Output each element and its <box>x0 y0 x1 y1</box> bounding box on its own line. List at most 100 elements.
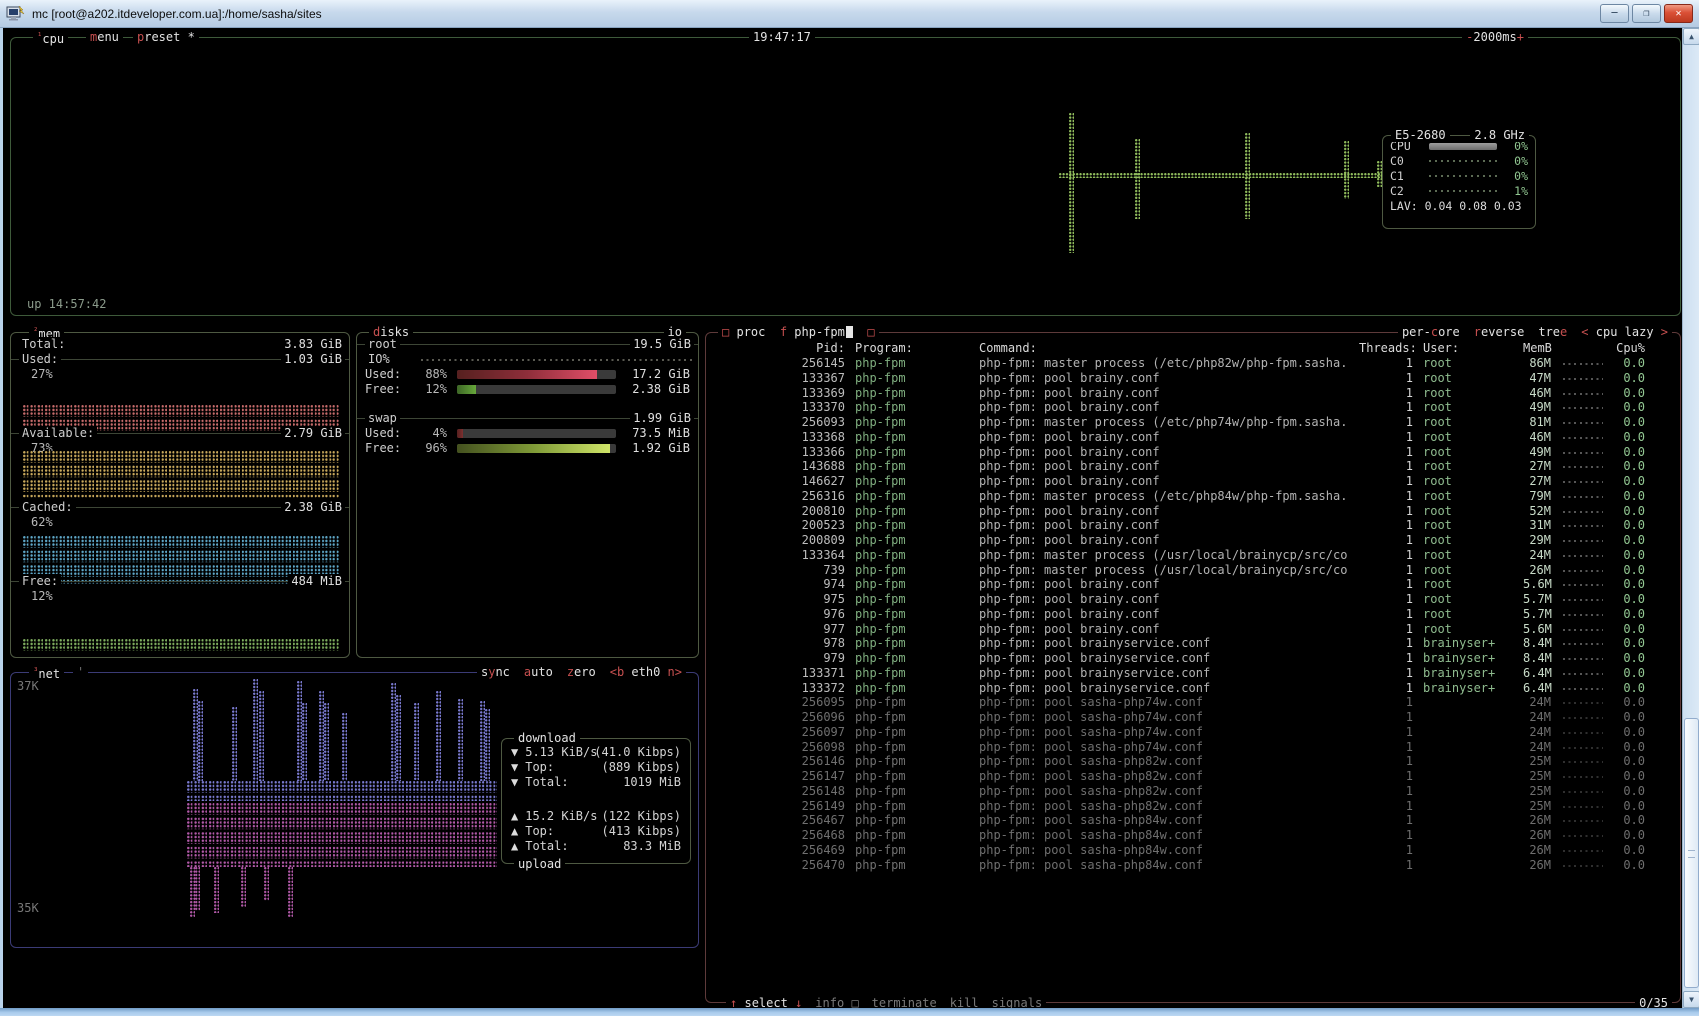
process-row[interactable]: 256147php-fpmphp-fpm: pool sasha-php82w.… <box>706 769 1680 784</box>
per-core-button[interactable]: per-core <box>1402 325 1460 339</box>
uptime-label: up 14:57:42 <box>27 297 106 311</box>
process-row[interactable]: 133368php-fpmphp-fpm: pool brainy.conf1r… <box>706 430 1680 445</box>
cpu-history-dots <box>1563 658 1603 660</box>
minimize-button[interactable]: ─ <box>1600 4 1629 23</box>
process-row[interactable]: 976php-fpmphp-fpm: pool brainy.conf1root… <box>706 607 1680 622</box>
graph-spike <box>342 713 347 781</box>
cpu-history-dots <box>1563 422 1603 424</box>
scrollbar[interactable]: ▲ ▼ <box>1682 28 1699 1008</box>
filter-key[interactable]: f <box>780 325 787 339</box>
scroll-down-button[interactable]: ▼ <box>1683 991 1699 1008</box>
column-program[interactable]: Program: <box>855 341 973 356</box>
graph-band <box>187 803 497 867</box>
maximize-button[interactable]: ❐ <box>1632 4 1661 23</box>
up-arrow-icon: ▲ <box>511 839 518 853</box>
sort-selector[interactable]: < cpu lazy > <box>1581 325 1668 339</box>
process-row[interactable]: 256149php-fpmphp-fpm: pool sasha-php82w.… <box>706 799 1680 814</box>
cpu-history-dots <box>1563 525 1603 527</box>
proc-box-header: □ proc f php-fpm □ <box>718 325 879 339</box>
process-row[interactable]: 256095php-fpmphp-fpm: pool sasha-php74w.… <box>706 695 1680 710</box>
process-row[interactable]: 256145php-fpmphp-fpm: master process (/e… <box>706 356 1680 371</box>
graph-spike <box>195 867 200 911</box>
proc-box-icon: □ <box>722 325 729 339</box>
mem-available-graph <box>23 451 339 498</box>
process-row[interactable]: 133371php-fpmphp-fpm: pool brainyservice… <box>706 666 1680 681</box>
column-command[interactable]: Command: <box>979 341 1359 356</box>
process-row[interactable]: 256148php-fpmphp-fpm: pool sasha-php82w.… <box>706 784 1680 799</box>
cpu-history-dots <box>1563 806 1603 808</box>
process-row[interactable]: 739php-fpmphp-fpm: master process (/usr/… <box>706 563 1680 578</box>
column-threads[interactable]: Threads: <box>1359 341 1413 356</box>
cpu-history-dots <box>1563 540 1603 542</box>
up-arrow-icon: ▲ <box>511 824 518 838</box>
download-label: download <box>514 731 580 745</box>
graph-spike <box>458 699 463 781</box>
process-row[interactable]: 200523php-fpmphp-fpm: pool brainy.conf1r… <box>706 518 1680 533</box>
process-row[interactable]: 256316php-fpmphp-fpm: master process (/e… <box>706 489 1680 504</box>
process-row[interactable]: 200810php-fpmphp-fpm: pool brainy.conf1r… <box>706 504 1680 519</box>
mem-free-pct: 12% <box>11 589 349 604</box>
column-cpu[interactable]: Cpu% <box>1609 341 1645 356</box>
process-row[interactable]: 256093php-fpmphp-fpm: master process (/e… <box>706 415 1680 430</box>
tree-button[interactable]: tree <box>1538 325 1567 339</box>
cpu-history-dots <box>1563 555 1603 557</box>
cpu-history-dots <box>1563 761 1603 763</box>
filter-input[interactable]: php-fpm <box>794 325 845 339</box>
download-speed: ▼5.13 KiB/s(41.0 Kibps) <box>511 745 681 760</box>
process-row[interactable]: 977php-fpmphp-fpm: pool brainy.conf1root… <box>706 622 1680 637</box>
column-user[interactable]: User: <box>1423 341 1523 356</box>
process-row[interactable]: 133372php-fpmphp-fpm: pool brainyservice… <box>706 681 1680 696</box>
process-row[interactable]: 256098php-fpmphp-fpm: pool sasha-php74w.… <box>706 740 1680 755</box>
process-row[interactable]: 133366php-fpmphp-fpm: pool brainy.conf1r… <box>706 445 1680 460</box>
cpu-history-dots <box>1563 584 1603 586</box>
scroll-up-button[interactable]: ▲ <box>1683 28 1699 45</box>
process-row[interactable]: 974php-fpmphp-fpm: pool brainy.conf1root… <box>706 577 1680 592</box>
process-row[interactable]: 256096php-fpmphp-fpm: pool sasha-php74w.… <box>706 710 1680 725</box>
filter-clear-icon[interactable]: □ <box>867 325 874 339</box>
mem-free-graph <box>23 639 339 653</box>
cpu-history-dots <box>1563 865 1603 867</box>
load-average: LAV: 0.04 0.08 0.03 <box>1383 199 1535 214</box>
root-used-meter <box>457 370 616 379</box>
process-row[interactable]: 200809php-fpmphp-fpm: pool brainy.conf1r… <box>706 533 1680 548</box>
cpu-history-dots <box>1563 850 1603 852</box>
graph-spike <box>485 709 490 781</box>
process-row[interactable]: 975php-fpmphp-fpm: pool brainy.conf1root… <box>706 592 1680 607</box>
proc-options: per-core reverse tree < cpu lazy > <box>1398 325 1672 339</box>
column-pid[interactable]: Pid: <box>706 341 845 356</box>
mem-cached-pct: 62% <box>11 515 349 530</box>
graph-spike <box>214 867 219 913</box>
process-row[interactable]: 256470php-fpmphp-fpm: pool sasha-php84w.… <box>706 858 1680 873</box>
graph-spike <box>259 691 264 781</box>
app-icon[interactable] <box>6 5 26 23</box>
filter-cursor <box>846 326 853 338</box>
process-row[interactable]: 978php-fpmphp-fpm: pool brainyservice.co… <box>706 636 1680 651</box>
process-row[interactable]: 133369php-fpmphp-fpm: pool brainy.conf1r… <box>706 386 1680 401</box>
cpu-history-dots <box>1563 732 1603 734</box>
process-row[interactable]: 133367php-fpmphp-fpm: pool brainy.conf1r… <box>706 371 1680 386</box>
scrollbar-thumb[interactable] <box>1684 718 1699 988</box>
mem-available-row: Available:2.79 GiB <box>11 426 349 441</box>
process-row[interactable]: 143688php-fpmphp-fpm: pool brainy.conf1r… <box>706 459 1680 474</box>
process-row[interactable]: 256467php-fpmphp-fpm: pool sasha-php84w.… <box>706 813 1680 828</box>
process-row[interactable]: 979php-fpmphp-fpm: pool brainyservice.co… <box>706 651 1680 666</box>
process-row[interactable]: 256097php-fpmphp-fpm: pool sasha-php74w.… <box>706 725 1680 740</box>
graph-line <box>1059 173 1391 178</box>
mem-used-pct: 27% <box>11 367 349 382</box>
cpu-history-dots <box>1563 776 1603 778</box>
process-row[interactable]: 256468php-fpmphp-fpm: pool sasha-php84w.… <box>706 828 1680 843</box>
window-titlebar[interactable]: mc [root@a202.itdeveloper.com.ua]:/home/… <box>0 0 1699 28</box>
upload-label: upload <box>514 857 565 871</box>
process-row[interactable]: 256146php-fpmphp-fpm: pool sasha-php82w.… <box>706 754 1680 769</box>
column-mem[interactable]: MemB <box>1523 341 1551 356</box>
process-row[interactable]: 133370php-fpmphp-fpm: pool brainy.conf1r… <box>706 400 1680 415</box>
reverse-button[interactable]: reverse <box>1474 325 1525 339</box>
disk-swap-row: swap1.99 GiB <box>357 411 698 426</box>
disk-root-row: root19.5 GiB <box>357 337 698 352</box>
process-row[interactable]: 146627php-fpmphp-fpm: pool brainy.conf1r… <box>706 474 1680 489</box>
close-button[interactable]: ✕ <box>1664 4 1693 23</box>
cpu-history-dots <box>1563 481 1603 483</box>
graph-spike <box>302 703 307 781</box>
process-row[interactable]: 133364php-fpmphp-fpm: master process (/u… <box>706 548 1680 563</box>
process-row[interactable]: 256469php-fpmphp-fpm: pool sasha-php84w.… <box>706 843 1680 858</box>
